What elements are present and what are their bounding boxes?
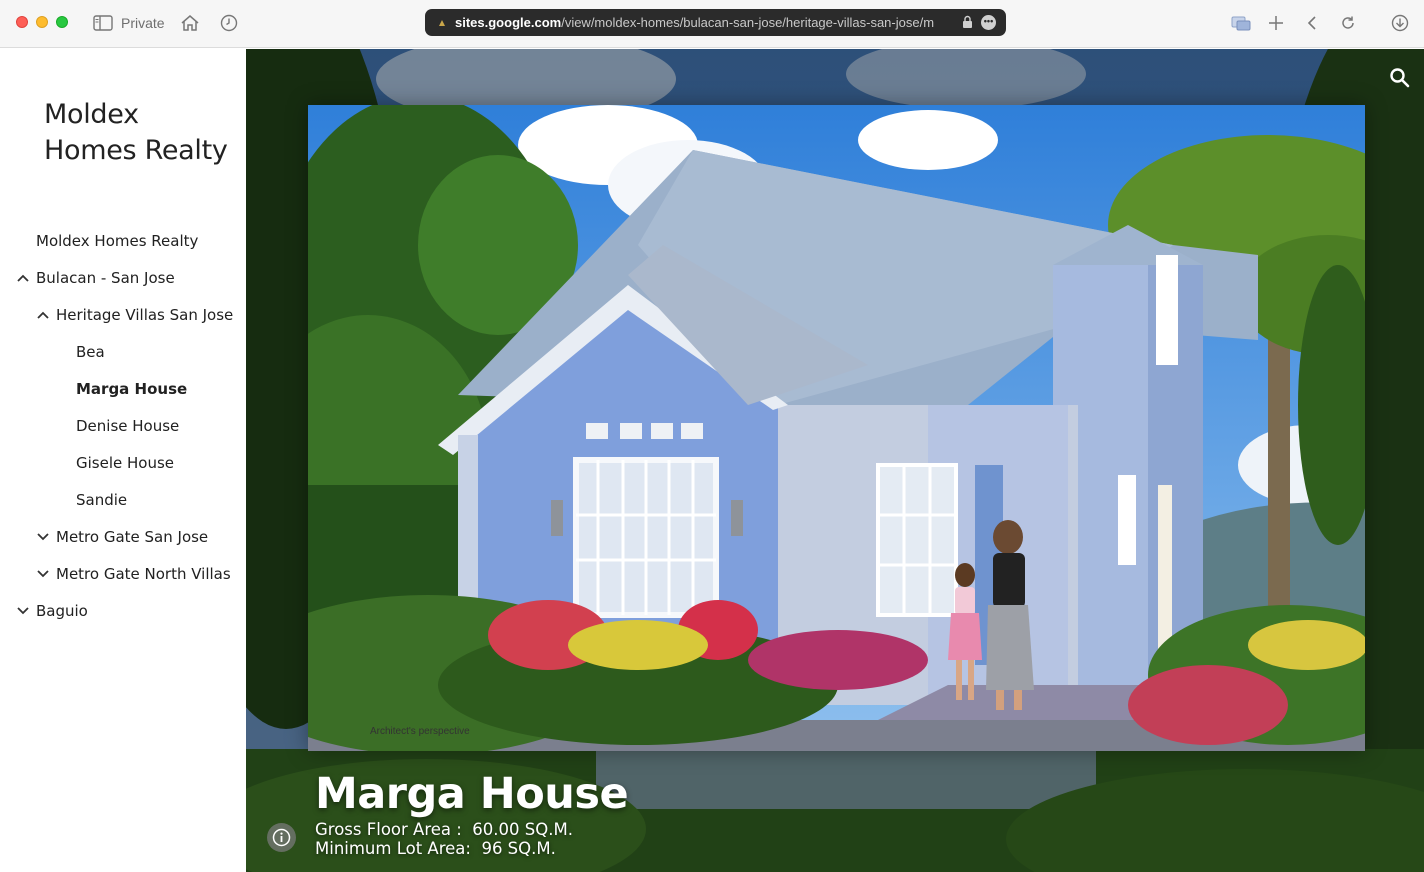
nav-item-denise-house[interactable]: Denise House: [76, 414, 179, 438]
reload-icon[interactable]: [1340, 12, 1356, 34]
download-icon[interactable]: [1391, 12, 1409, 34]
nav-item-label: Metro Gate North Villas: [56, 565, 231, 583]
nav-item-bea[interactable]: Bea: [76, 340, 105, 364]
nav-item-marga-house[interactable]: Marga House: [76, 377, 187, 401]
nav-item-moldex-homes-realty[interactable]: Moldex Homes Realty: [36, 229, 198, 253]
nav-item-sandie[interactable]: Sandie: [76, 488, 127, 512]
info-icon[interactable]: [267, 823, 296, 852]
chevron-down-icon[interactable]: [36, 530, 50, 544]
lock-icon: [962, 15, 973, 32]
nav-item-label: Heritage Villas San Jose: [56, 306, 234, 324]
site-navigation: Moldex Homes Realty Moldex Homes Realty …: [0, 49, 246, 872]
nav-item-label: Gisele House: [76, 454, 175, 472]
close-window-button[interactable]: [16, 16, 28, 28]
browser-toolbar: Private sites.google.com/view/moldex-hom…: [0, 0, 1424, 48]
address-bar[interactable]: sites.google.com/view/moldex-homes/bulac…: [425, 9, 1006, 36]
back-icon[interactable]: [1306, 12, 1318, 34]
nav-item-label: Marga House: [76, 380, 188, 398]
more-icon[interactable]: •••: [981, 15, 996, 30]
nav-item-label: Baguio: [36, 602, 88, 620]
house-photo: Architect's perspective: [308, 105, 1365, 751]
nav-item-metro-gate-north-villas[interactable]: Metro Gate North Villas: [36, 562, 231, 586]
nav-item-label: Denise House: [76, 417, 180, 435]
nav-item-bulacan-san-jose[interactable]: Bulacan - San Jose: [16, 266, 175, 290]
chevron-down-icon[interactable]: [16, 604, 30, 618]
search-icon[interactable]: [1388, 66, 1412, 90]
minimum-lot-area: Minimum Lot Area: 96 SQ.M.: [315, 839, 556, 858]
nav-item-heritage-villas-san-jose[interactable]: Heritage Villas San Jose: [36, 303, 233, 327]
minimize-window-button[interactable]: [36, 16, 48, 28]
nav-item-label: Bea: [76, 343, 105, 361]
chevron-up-icon[interactable]: [36, 308, 50, 322]
nav-item-label: Moldex Homes Realty: [36, 232, 199, 250]
chevron-up-icon[interactable]: [16, 271, 30, 285]
nav-item-baguio[interactable]: Baguio: [16, 599, 88, 623]
tabs-icon[interactable]: [1231, 12, 1251, 34]
chevron-down-icon[interactable]: [36, 567, 50, 581]
url-host: sites.google.com: [455, 15, 562, 30]
site-favicon-icon: [435, 16, 449, 30]
nav-item-label: Bulacan - San Jose: [36, 269, 175, 287]
nav-item-metro-gate-san-jose[interactable]: Metro Gate San Jose: [36, 525, 208, 549]
private-mode-label: Private: [121, 15, 165, 31]
photo-caption: Architect's perspective: [370, 726, 470, 737]
nav-item-gisele-house[interactable]: Gisele House: [76, 451, 174, 475]
page-title: Marga House: [315, 769, 629, 819]
plus-icon[interactable]: [1268, 12, 1284, 34]
gross-floor-area: Gross Floor Area : 60.00 SQ.M.: [315, 820, 573, 839]
sidebar-icon[interactable]: [93, 12, 113, 34]
url-path: /view/moldex-homes/bulacan-san-jose/heri…: [561, 15, 935, 30]
home-icon[interactable]: [180, 12, 200, 34]
nav-item-label: Metro Gate San Jose: [56, 528, 209, 546]
nav-item-label: Sandie: [76, 491, 128, 509]
site-title[interactable]: Moldex Homes Realty: [44, 97, 234, 169]
history-icon[interactable]: [220, 12, 238, 34]
zoom-window-button[interactable]: [56, 16, 68, 28]
hero-banner: Architect's perspective Marga House Gros…: [246, 49, 1424, 872]
